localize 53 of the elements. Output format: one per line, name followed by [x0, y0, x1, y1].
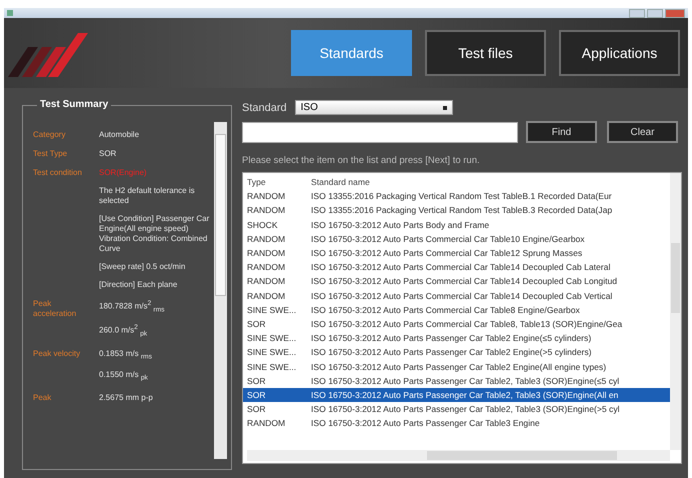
list-row[interactable]: SINE SWE... ISO 16750-3:2012 Auto Parts Passenger Car Table2 Engine(All engine types) [243, 359, 670, 374]
list-row[interactable]: SINE SWE... ISO 16750-3:2012 Auto Parts Commercial Car Table8 Engine/Gearbox [243, 302, 670, 317]
field-label: Peak acceleration [33, 299, 78, 320]
list-row[interactable]: RANDOM ISO 16750-3:2012 Auto Parts Commercial Car Table12 Sprung Masses [243, 246, 670, 260]
column-header[interactable]: Type [243, 177, 311, 188]
list-row[interactable]: SHOCK ISO 16750-3:2012 Auto Parts Body and Frame [243, 218, 670, 232]
field-value: 0.1550 m/s $_{pk}$ [99, 370, 149, 384]
field-value: [Direction] Each plane [99, 280, 178, 290]
field-value: Automobile [99, 130, 140, 140]
tab[interactable]: Test files [425, 30, 546, 76]
list-row[interactable]: SOR ISO 16750-3:2012 Auto Parts Commercial Car Table8, Table13 (SOR)Engine/Gea [243, 316, 670, 332]
list-row[interactable]: SINE SWE... ISO 16750-3:2012 Auto Parts Passenger Car Table2 Engine(≤5 cylinders) [243, 331, 670, 346]
list-row[interactable]: SINE SWE... ISO 16750-3:2012 Auto Parts Passenger Car Table2 Engine(>5 cylinders) [243, 345, 670, 360]
logo-icon [8, 33, 88, 77]
maximize-button[interactable] [647, 8, 663, 18]
scrollbar[interactable] [247, 450, 670, 461]
instruction-text: Please select the item on the list and press [Next] to run. [242, 155, 481, 166]
column-header[interactable]: Standard name [311, 177, 370, 188]
list-row[interactable]: SOR ISO 16750-3:2012 Auto Parts Passenger Car Table2, Table3 (SOR)Engine(≤5 cyl [243, 374, 670, 388]
list-row[interactable]: SOR ISO 16750-3:2012 Auto Parts Passenger Car Table2, Table3 (SOR)Engine(All en [243, 388, 670, 402]
field-value: 0.1853 m/s $_{rms}$ [99, 348, 153, 362]
minimize-button[interactable] [629, 8, 645, 18]
field-label: Test condition [33, 168, 83, 179]
panel-title: Test Summary [37, 99, 112, 110]
field-label: Category [33, 130, 66, 140]
list-row[interactable]: RANDOM ISO 13355:2016 Packaging Vertical Random Test TableB.1 Recorded Data(Eur [243, 189, 670, 204]
action-button[interactable]: Find [526, 121, 597, 143]
field-value: SOR [99, 149, 118, 159]
list-row[interactable]: RANDOM ISO 16750-3:2012 Auto Parts Passenger Car Table3 Engine [243, 416, 670, 430]
list-row[interactable]: SOR ISO 16750-3:2012 Auto Parts Passenger Car Table2, Table3 (SOR)Engine(>5 cyl [243, 402, 670, 416]
close-button[interactable] [665, 8, 685, 18]
standard-label: Standard [242, 102, 287, 114]
action-button[interactable]: Clear [607, 121, 678, 143]
field-value: The H2 default tolerance is selected [99, 186, 196, 206]
field-label: Peak [33, 392, 52, 403]
tab[interactable]: Applications [559, 30, 680, 76]
field-value: 2.5675 mm p-p [99, 392, 154, 403]
field-label: Test Type [33, 149, 68, 159]
standard-dropdown[interactable]: ISO [294, 100, 453, 115]
list-row[interactable]: RANDOM ISO 16750-3:2012 Auto Parts Commercial Car Table14 Decoupled Cab Longitud [243, 274, 670, 288]
scrollbar[interactable] [670, 173, 681, 450]
search-field[interactable] [242, 122, 518, 142]
list-row[interactable]: RANDOM ISO 16750-3:2012 Auto Parts Commercial Car Table10 Engine/Gearbox [243, 232, 670, 246]
field-value: [Use Condition] Passenger Car Engine(All engine speed) Vibration Condition: Combined Curve [99, 214, 210, 254]
list-row[interactable]: RANDOM ISO 16750-3:2012 Auto Parts Commercial Car Table14 Decoupled Cab Vertical [243, 288, 670, 303]
list-row[interactable]: RANDOM ISO 13355:2016 Packaging Vertical Random Test TableB.3 Recorded Data(Jap [243, 203, 670, 218]
field-label: Peak velocity [33, 348, 82, 360]
caret-icon [442, 106, 447, 110]
field-value: [Sweep rate] 0.5 oct/min [99, 262, 186, 272]
list-row[interactable]: RANDOM ISO 16750-3:2012 Auto Parts Commercial Car Table14 Decoupled Cab Lateral [243, 260, 670, 274]
app-icon [7, 10, 13, 16]
scrollbar[interactable] [214, 122, 227, 459]
field-value: SOR(Engine) [99, 168, 148, 178]
